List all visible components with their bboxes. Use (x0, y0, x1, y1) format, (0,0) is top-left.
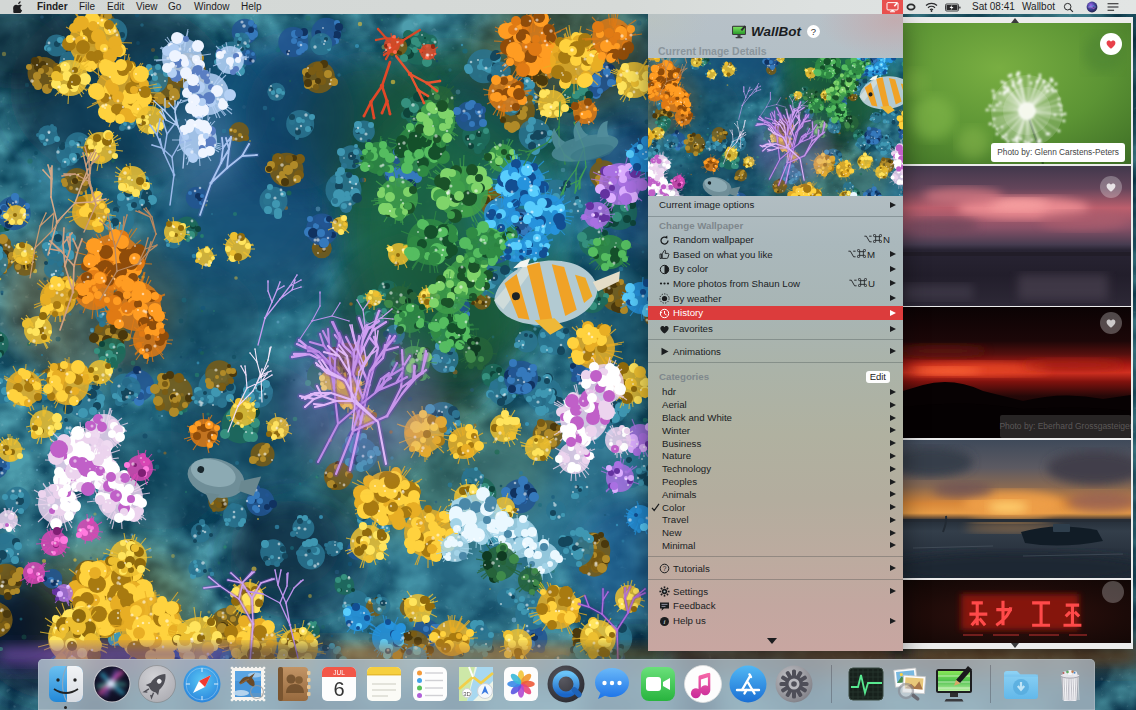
svg-text:JUL: JUL (333, 669, 345, 676)
svg-text:6: 6 (333, 678, 344, 700)
svg-text:Photo by: Eberhard Grossgastei: Photo by: Eberhard Grossgasteiger (999, 421, 1131, 431)
svg-text:3D: 3D (463, 691, 471, 697)
svg-text:i: i (664, 618, 666, 626)
svg-text:?: ? (663, 565, 667, 572)
